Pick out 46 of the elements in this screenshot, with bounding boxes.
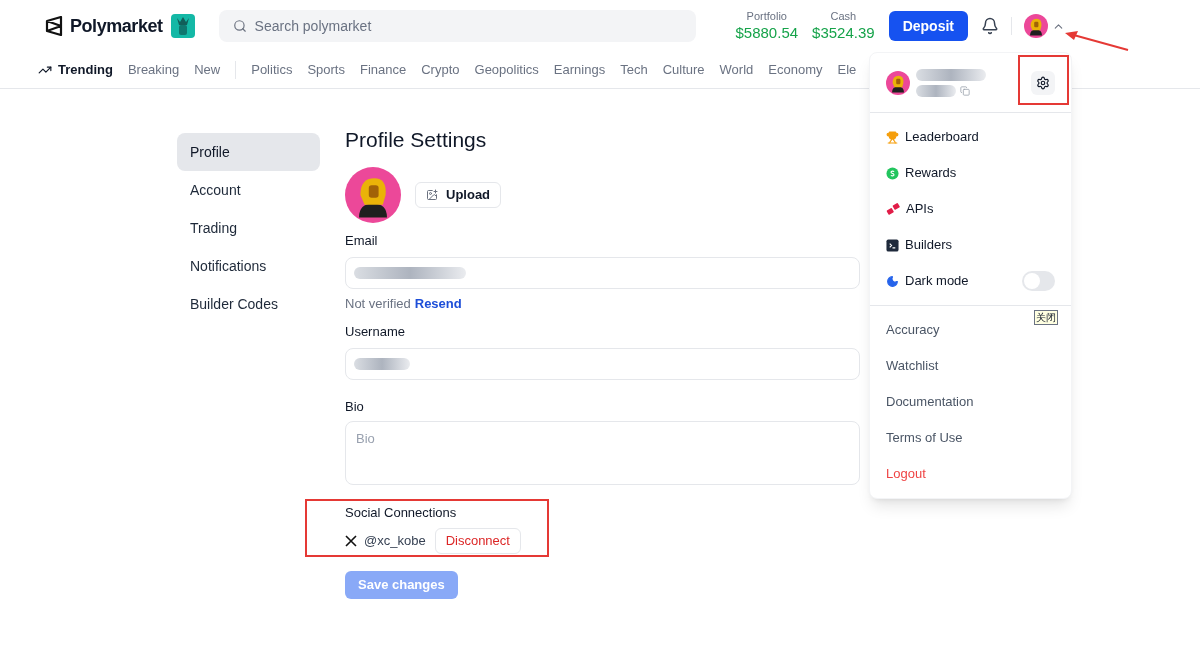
nav-tab[interactable]: Geopolitics [474,60,539,80]
sidebar-item[interactable]: Profile [177,133,320,171]
logout-button[interactable]: Logout [870,456,1071,492]
balance-value: $5880.54 [735,23,799,43]
sidebar-item[interactable]: Account [177,171,320,209]
verification-status: Not verified [345,294,411,313]
nav-tab[interactable]: Earnings [553,60,606,80]
menu-item[interactable]: Builders [870,227,1071,263]
sidebar-item[interactable]: Trading [177,209,320,247]
nav-tab[interactable]: Culture [662,60,705,80]
field-label: Email [345,232,378,250]
nav-tab[interactable]: Sports [307,60,345,80]
tooltip: 关闭 [1034,310,1058,325]
nav-tab[interactable]: Trending [38,60,113,80]
social-handle: @xc_kobe [364,531,426,550]
logo-text: Polymarket [70,14,163,38]
nav-tab[interactable]: Breaking [127,60,180,80]
nav-tab[interactable]: Economy [768,60,823,80]
nav-tab[interactable]: Ele [837,60,857,80]
nav-tab[interactable]: Crypto [421,60,460,80]
search-field[interactable]: Search polymarket [218,10,696,42]
nav-tab[interactable]: New [194,60,221,80]
menu-item[interactable]: APIs [870,191,1071,227]
disconnect-button[interactable]: Disconnect [434,527,521,554]
menu-item[interactable]: Terms of Use [870,420,1071,456]
deposit-button[interactable]: Deposit [888,11,968,41]
nav-tab[interactable]: Politics [251,60,293,80]
sidebar-item[interactable]: Notifications [177,247,320,285]
upload-button[interactable]: Upload [415,182,502,208]
resend-link[interactable]: Resend [414,293,462,313]
balance-label: Cash [830,9,857,24]
page-title: Profile Settings [345,127,487,153]
menu-item[interactable]: Rewards [870,155,1071,191]
nav-tab[interactable]: Tech [620,60,648,80]
menu-item[interactable]: Documentation [870,384,1071,420]
menu-item[interactable]: Watchlist [870,348,1071,384]
field-label: Bio [345,397,364,416]
field-label: Username [345,323,405,341]
sidebar-item[interactable]: Builder Codes [177,285,320,323]
nav-tab[interactable]: World [719,60,754,80]
menu-item[interactable]: Leaderboard [870,119,1071,155]
balance-value: $3524.39 [812,23,875,43]
section-title: Social Connections [345,504,457,522]
balance-label: Portfolio [746,9,787,24]
nav-tab[interactable]: Finance [360,60,407,80]
bio-field[interactable]: Bio [345,421,860,485]
